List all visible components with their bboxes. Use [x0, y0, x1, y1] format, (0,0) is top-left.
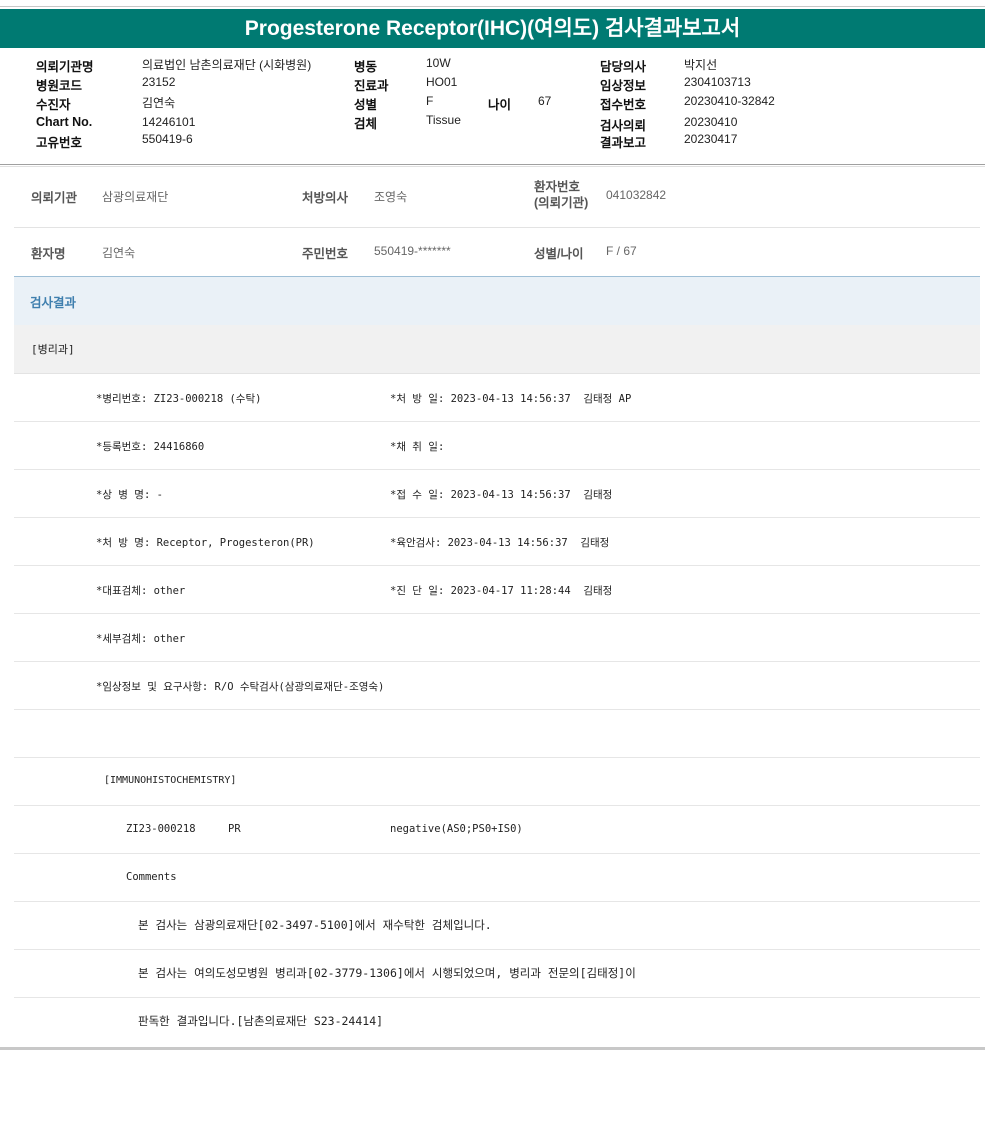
header-label: 진료과	[354, 79, 389, 93]
detail-row: *대표검체: other *진 단 일: 2023-04-17 11:28:44…	[14, 566, 980, 614]
header-label: 담당의사	[600, 60, 647, 74]
header-label: 검체	[354, 117, 378, 131]
detail-right: *채 취 일:	[390, 441, 445, 453]
sex-age-value: F / 67	[606, 244, 637, 258]
header-value: 김연숙	[142, 96, 176, 110]
header-label: 임상정보	[600, 79, 647, 93]
detail-right: *처 방 일: 2023-04-13 14:56:37 김태정 AP	[390, 393, 632, 405]
department-row: [병리과]	[14, 325, 980, 374]
results-section-header: 검사결과	[14, 276, 980, 326]
header-divider	[0, 164, 985, 165]
detail-row: *처 방 명: Receptor, Progesteron(PR) *육안검사:…	[14, 518, 980, 566]
detail-right: *접 수 일: 2023-04-13 14:56:37 김태정	[390, 489, 613, 501]
header-label: 병원코드	[36, 79, 83, 93]
department-label: [병리과]	[31, 343, 75, 356]
prescriber-label: 처방의사	[302, 191, 349, 205]
patient-name-label: 환자명	[31, 247, 66, 261]
comment-line: 본 검사는 삼광의료재단[02-3497-5100]에서 재수탁한 검체입니다.	[14, 902, 980, 950]
patient-number-label: 환자번호 (의뢰기관)	[534, 180, 589, 210]
detail-row: *세부검체: other	[14, 614, 980, 662]
resident-number-value: 550419-*******	[374, 244, 451, 258]
comment-line: 본 검사는 여의도성모병원 병리과[02-3779-1306]에서 시행되었으며…	[14, 950, 980, 998]
header-divider	[0, 166, 985, 167]
header-value: 2304103713	[684, 75, 751, 89]
ihc-specimen: ZI23-000218	[126, 823, 196, 835]
resident-number-label: 주민번호	[302, 247, 349, 261]
detail-row: *상 병 명: - *접 수 일: 2023-04-13 14:56:37 김태…	[14, 470, 980, 518]
header-value: 10W	[426, 56, 451, 70]
comment-text: 판독한 결과입니다.[남촌의료재단 S23-24414]	[138, 1014, 384, 1028]
header-label: 병동	[354, 60, 378, 74]
header-value: 550419-6	[142, 132, 193, 146]
header-value: 23152	[142, 75, 176, 89]
ihc-result-row: ZI23-000218 PR negative(AS0;PS0+IS0)	[14, 806, 980, 854]
detail-left: *등록번호: 24416860	[96, 441, 205, 453]
header-value: HO01	[426, 75, 458, 89]
header-value: F	[426, 94, 434, 108]
comment-text: 본 검사는 삼광의료재단[02-3497-5100]에서 재수탁한 검체입니다.	[138, 918, 492, 932]
results-title: 검사결과	[30, 296, 77, 310]
referral-institution-value: 삼광의료재단	[102, 190, 169, 204]
header-label: 의뢰기관명	[36, 60, 94, 74]
detail-row: *등록번호: 24416860 *채 취 일:	[14, 422, 980, 470]
comments-label: Comments	[126, 871, 177, 883]
detail-left: *세부검체: other	[96, 633, 186, 645]
blank-row	[14, 710, 980, 758]
detail-left: *처 방 명: Receptor, Progesteron(PR)	[96, 537, 315, 549]
detail-left: *병리번호: ZI23-000218 (수탁)	[96, 393, 262, 405]
detail-row: *병리번호: ZI23-000218 (수탁) *처 방 일: 2023-04-…	[14, 374, 980, 422]
header-value: 의료법인 남촌의료재단 (시화병원)	[142, 58, 312, 72]
prescriber-value: 조영숙	[374, 190, 408, 204]
footer-divider	[0, 1047, 985, 1050]
top-divider	[0, 6, 985, 7]
age-value: 67	[538, 94, 552, 108]
age-label: 나이	[488, 98, 512, 112]
header-label: 결과보고	[600, 136, 647, 150]
comments-row: Comments	[14, 854, 980, 902]
patient-name-value: 김연숙	[102, 246, 136, 260]
detail-right: *진 단 일: 2023-04-17 11:28:44 김태정	[390, 585, 613, 597]
sex-age-label: 성별/나이	[534, 247, 584, 261]
patient-info-row: 환자명 김연숙 주민번호 550419-******* 성별/나이 F / 67	[14, 228, 980, 275]
header-value: 20230417	[684, 132, 738, 146]
patient-info-row: 의뢰기관 삼광의료재단 처방의사 조영숙 환자번호 (의뢰기관) 0410328…	[14, 171, 980, 228]
header-value: 20230410-32842	[684, 94, 775, 108]
header-label: 고유번호	[36, 136, 83, 150]
patient-number-value: 041032842	[606, 188, 667, 202]
report-title: Progesterone Receptor(IHC)(여의도) 검사결과보고서	[0, 9, 985, 48]
detail-left: *임상정보 및 요구사항: R/O 수탁검사(삼광의료재단-조영숙)	[96, 681, 385, 693]
ihc-result: negative(AS0;PS0+IS0)	[390, 823, 523, 835]
detail-left: *대표검체: other	[96, 585, 186, 597]
header-value: 20230410	[684, 115, 738, 129]
ihc-header-row: [IMMUNOHISTOCHEMISTRY]	[14, 758, 980, 806]
report-header: 의뢰기관명 의료법인 남촌의료재단 (시화병원) 병원코드 23152 수진자 …	[0, 48, 985, 164]
header-label: 성별	[354, 98, 378, 112]
comment-text: 본 검사는 여의도성모병원 병리과[02-3779-1306]에서 시행되었으며…	[138, 966, 636, 980]
header-label: 수진자	[36, 98, 71, 112]
header-value: Tissue	[426, 113, 461, 127]
header-value: 14246101	[142, 115, 196, 129]
detail-left: *상 병 명: -	[96, 489, 163, 501]
header-label: 접수번호	[600, 98, 647, 112]
detail-row: *임상정보 및 요구사항: R/O 수탁검사(삼광의료재단-조영숙)	[14, 662, 980, 710]
ihc-header: [IMMUNOHISTOCHEMISTRY]	[104, 775, 237, 786]
ihc-marker: PR	[228, 823, 241, 835]
header-label: Chart No.	[36, 115, 93, 129]
header-value: 박지선	[684, 58, 718, 72]
detail-right: *육안검사: 2023-04-13 14:56:37 김태정	[390, 537, 610, 549]
referral-institution-label: 의뢰기관	[31, 191, 78, 205]
comment-line: 판독한 결과입니다.[남촌의료재단 S23-24414]	[14, 998, 980, 1045]
